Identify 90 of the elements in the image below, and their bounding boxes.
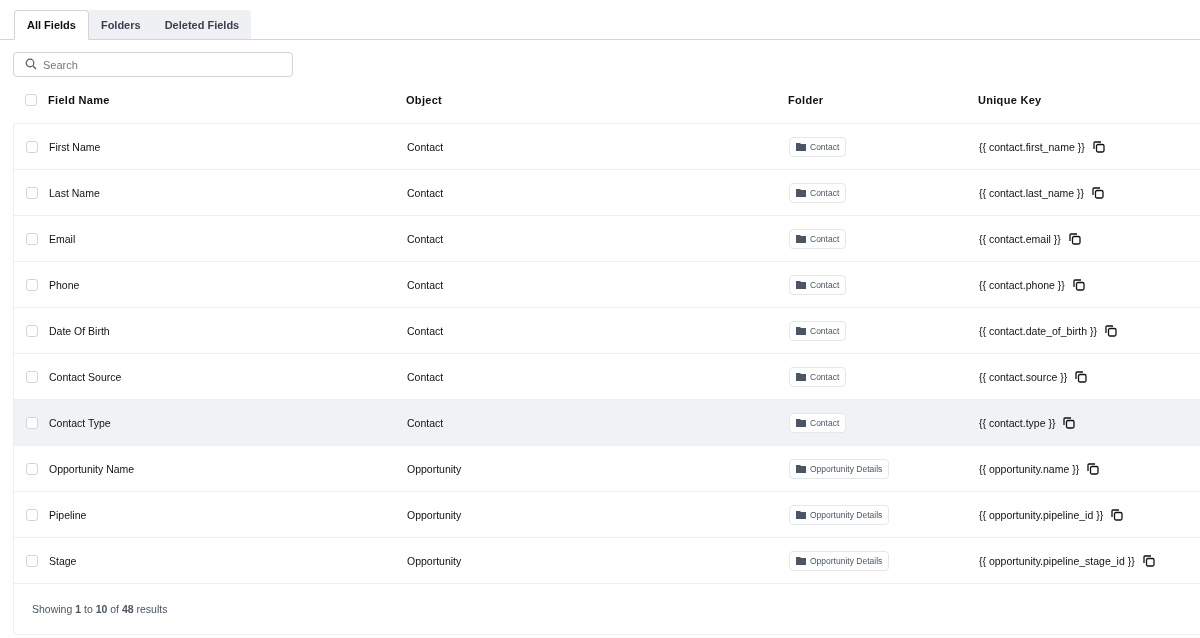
folder-label: Contact	[810, 417, 840, 428]
table-cell: {{ contact.source }}	[979, 370, 1068, 383]
checkbox[interactable]	[26, 140, 38, 153]
copy-icon[interactable]	[1063, 416, 1076, 429]
checkbox[interactable]	[26, 508, 38, 521]
folder-icon	[796, 188, 806, 197]
checkbox[interactable]	[25, 94, 37, 106]
copy-icon[interactable]	[1111, 508, 1124, 521]
table-cell-text: Date Of Birth	[49, 324, 111, 337]
checkbox[interactable]	[26, 554, 38, 567]
table-row[interactable]: Pipeline Opportunity Opportunity Details {{ opportunity.pipeline_id }}	[14, 492, 1200, 538]
checkbox[interactable]	[26, 232, 38, 245]
table-cell-text: Contact	[407, 140, 445, 153]
folder-label: Contact	[810, 141, 840, 152]
column-header: Object	[406, 94, 444, 106]
table-cell-text: Contact	[407, 370, 445, 383]
folder-icon	[796, 326, 806, 335]
copy-icon[interactable]	[1068, 232, 1081, 245]
folder-icon	[796, 464, 806, 473]
checkbox[interactable]	[26, 324, 38, 337]
folder-label: Contact	[810, 233, 840, 244]
table-row[interactable]: Email Contact Contact {{ contact.email }}	[14, 216, 1200, 262]
folder-label: Contact	[810, 371, 840, 382]
folder-label: Contact	[810, 279, 840, 290]
results-summary: Showing 1 to 10 of 48 results	[32, 603, 168, 615]
table-cell: {{ contact.last_name }}	[979, 186, 1085, 199]
table-row[interactable]: Phone Contact Contact {{ contact.phone }}	[14, 262, 1200, 308]
table-cell-text: Opportunity	[407, 462, 463, 475]
table-cell-text: Contact	[407, 324, 445, 337]
folder-icon	[796, 142, 806, 151]
folder-icon	[796, 418, 806, 427]
folder-icon	[796, 510, 806, 519]
tab[interactable]: All Fields	[14, 10, 89, 40]
table-row[interactable]: First Name Contact Contact {{ contact.first_name }}	[14, 124, 1200, 170]
table-row[interactable]: Last Name Contact Contact {{ contact.last_name }}	[14, 170, 1200, 216]
folder-label: Opportunity Details	[810, 509, 883, 520]
copy-icon[interactable]	[1092, 140, 1105, 153]
copy-icon[interactable]	[1087, 462, 1100, 475]
table-cell: {{ contact.type }}	[979, 416, 1056, 429]
table-cell-text: Last Name	[49, 186, 101, 199]
table-cell: {{ contact.email }}	[979, 232, 1061, 245]
copy-icon[interactable]	[1072, 278, 1085, 291]
table-cell-text: Pipeline	[49, 508, 88, 521]
table-cell: {{ opportunity.name }}	[979, 462, 1080, 475]
folder-label: Contact	[810, 325, 840, 336]
table-row[interactable]: Date Of Birth Contact Contact {{ contact.date_of_birth }}	[14, 308, 1200, 354]
search-field[interactable]: Search	[13, 52, 293, 77]
checkbox[interactable]	[26, 416, 38, 429]
table-row[interactable]: Contact Type Contact Contact {{ contact.type }}	[14, 400, 1200, 446]
copy-icon[interactable]	[1075, 370, 1088, 383]
copy-icon[interactable]	[1092, 186, 1105, 199]
table-cell-text: Phone	[49, 278, 81, 291]
table-cell: {{ contact.date_of_birth }}	[979, 324, 1097, 337]
folder-icon	[796, 280, 806, 289]
folder-icon	[796, 556, 806, 565]
checkbox[interactable]	[26, 462, 38, 475]
table-cell-text: Contact Type	[49, 416, 112, 429]
column-header: Field Name	[48, 94, 111, 106]
table-cell-text: Opportunity	[407, 508, 463, 521]
table-cell-text: Email	[49, 232, 77, 245]
table-cell-text: Contact	[407, 232, 445, 245]
folder-label: Opportunity Details	[810, 463, 883, 474]
checkbox[interactable]	[26, 186, 38, 199]
checkbox[interactable]	[26, 278, 38, 291]
table-row[interactable]: Stage Opportunity Opportunity Details {{ opportunity.pipeline_stage_id }}	[14, 538, 1200, 584]
tab[interactable]: Folders	[88, 10, 153, 39]
table-cell-text: Opportunity Name	[49, 462, 136, 475]
tab[interactable]: Deleted Fields	[152, 10, 252, 39]
folder-icon	[796, 234, 806, 243]
table-cell-text: Contact	[407, 416, 445, 429]
table-cell-text: Contact	[407, 278, 445, 291]
table-cell-text: Contact	[407, 186, 445, 199]
table-cell-text: First Name	[49, 140, 102, 153]
copy-icon[interactable]	[1104, 324, 1117, 337]
folder-label: Opportunity Details	[810, 555, 883, 566]
table-row[interactable]: Opportunity Name Opportunity Opportunity Details {{ opportunity.name }}	[14, 446, 1200, 492]
folder-label: Contact	[810, 187, 840, 198]
table-cell-text: Stage	[49, 554, 78, 567]
table-cell: {{ contact.first_name }}	[979, 140, 1085, 153]
checkbox[interactable]	[26, 370, 38, 383]
table-cell: {{ opportunity.pipeline_stage_id }}	[979, 554, 1135, 567]
table-cell-text: Contact Source	[49, 370, 123, 383]
search-icon	[25, 58, 37, 70]
column-header: Unique Key	[978, 94, 1043, 106]
table-cell: {{ opportunity.pipeline_id }}	[979, 508, 1104, 521]
folder-icon	[796, 372, 806, 381]
copy-icon[interactable]	[1142, 554, 1155, 567]
column-header: Folder	[788, 94, 825, 106]
table-cell: {{ contact.phone }}	[979, 278, 1065, 291]
table-cell-text: Opportunity	[407, 554, 463, 567]
